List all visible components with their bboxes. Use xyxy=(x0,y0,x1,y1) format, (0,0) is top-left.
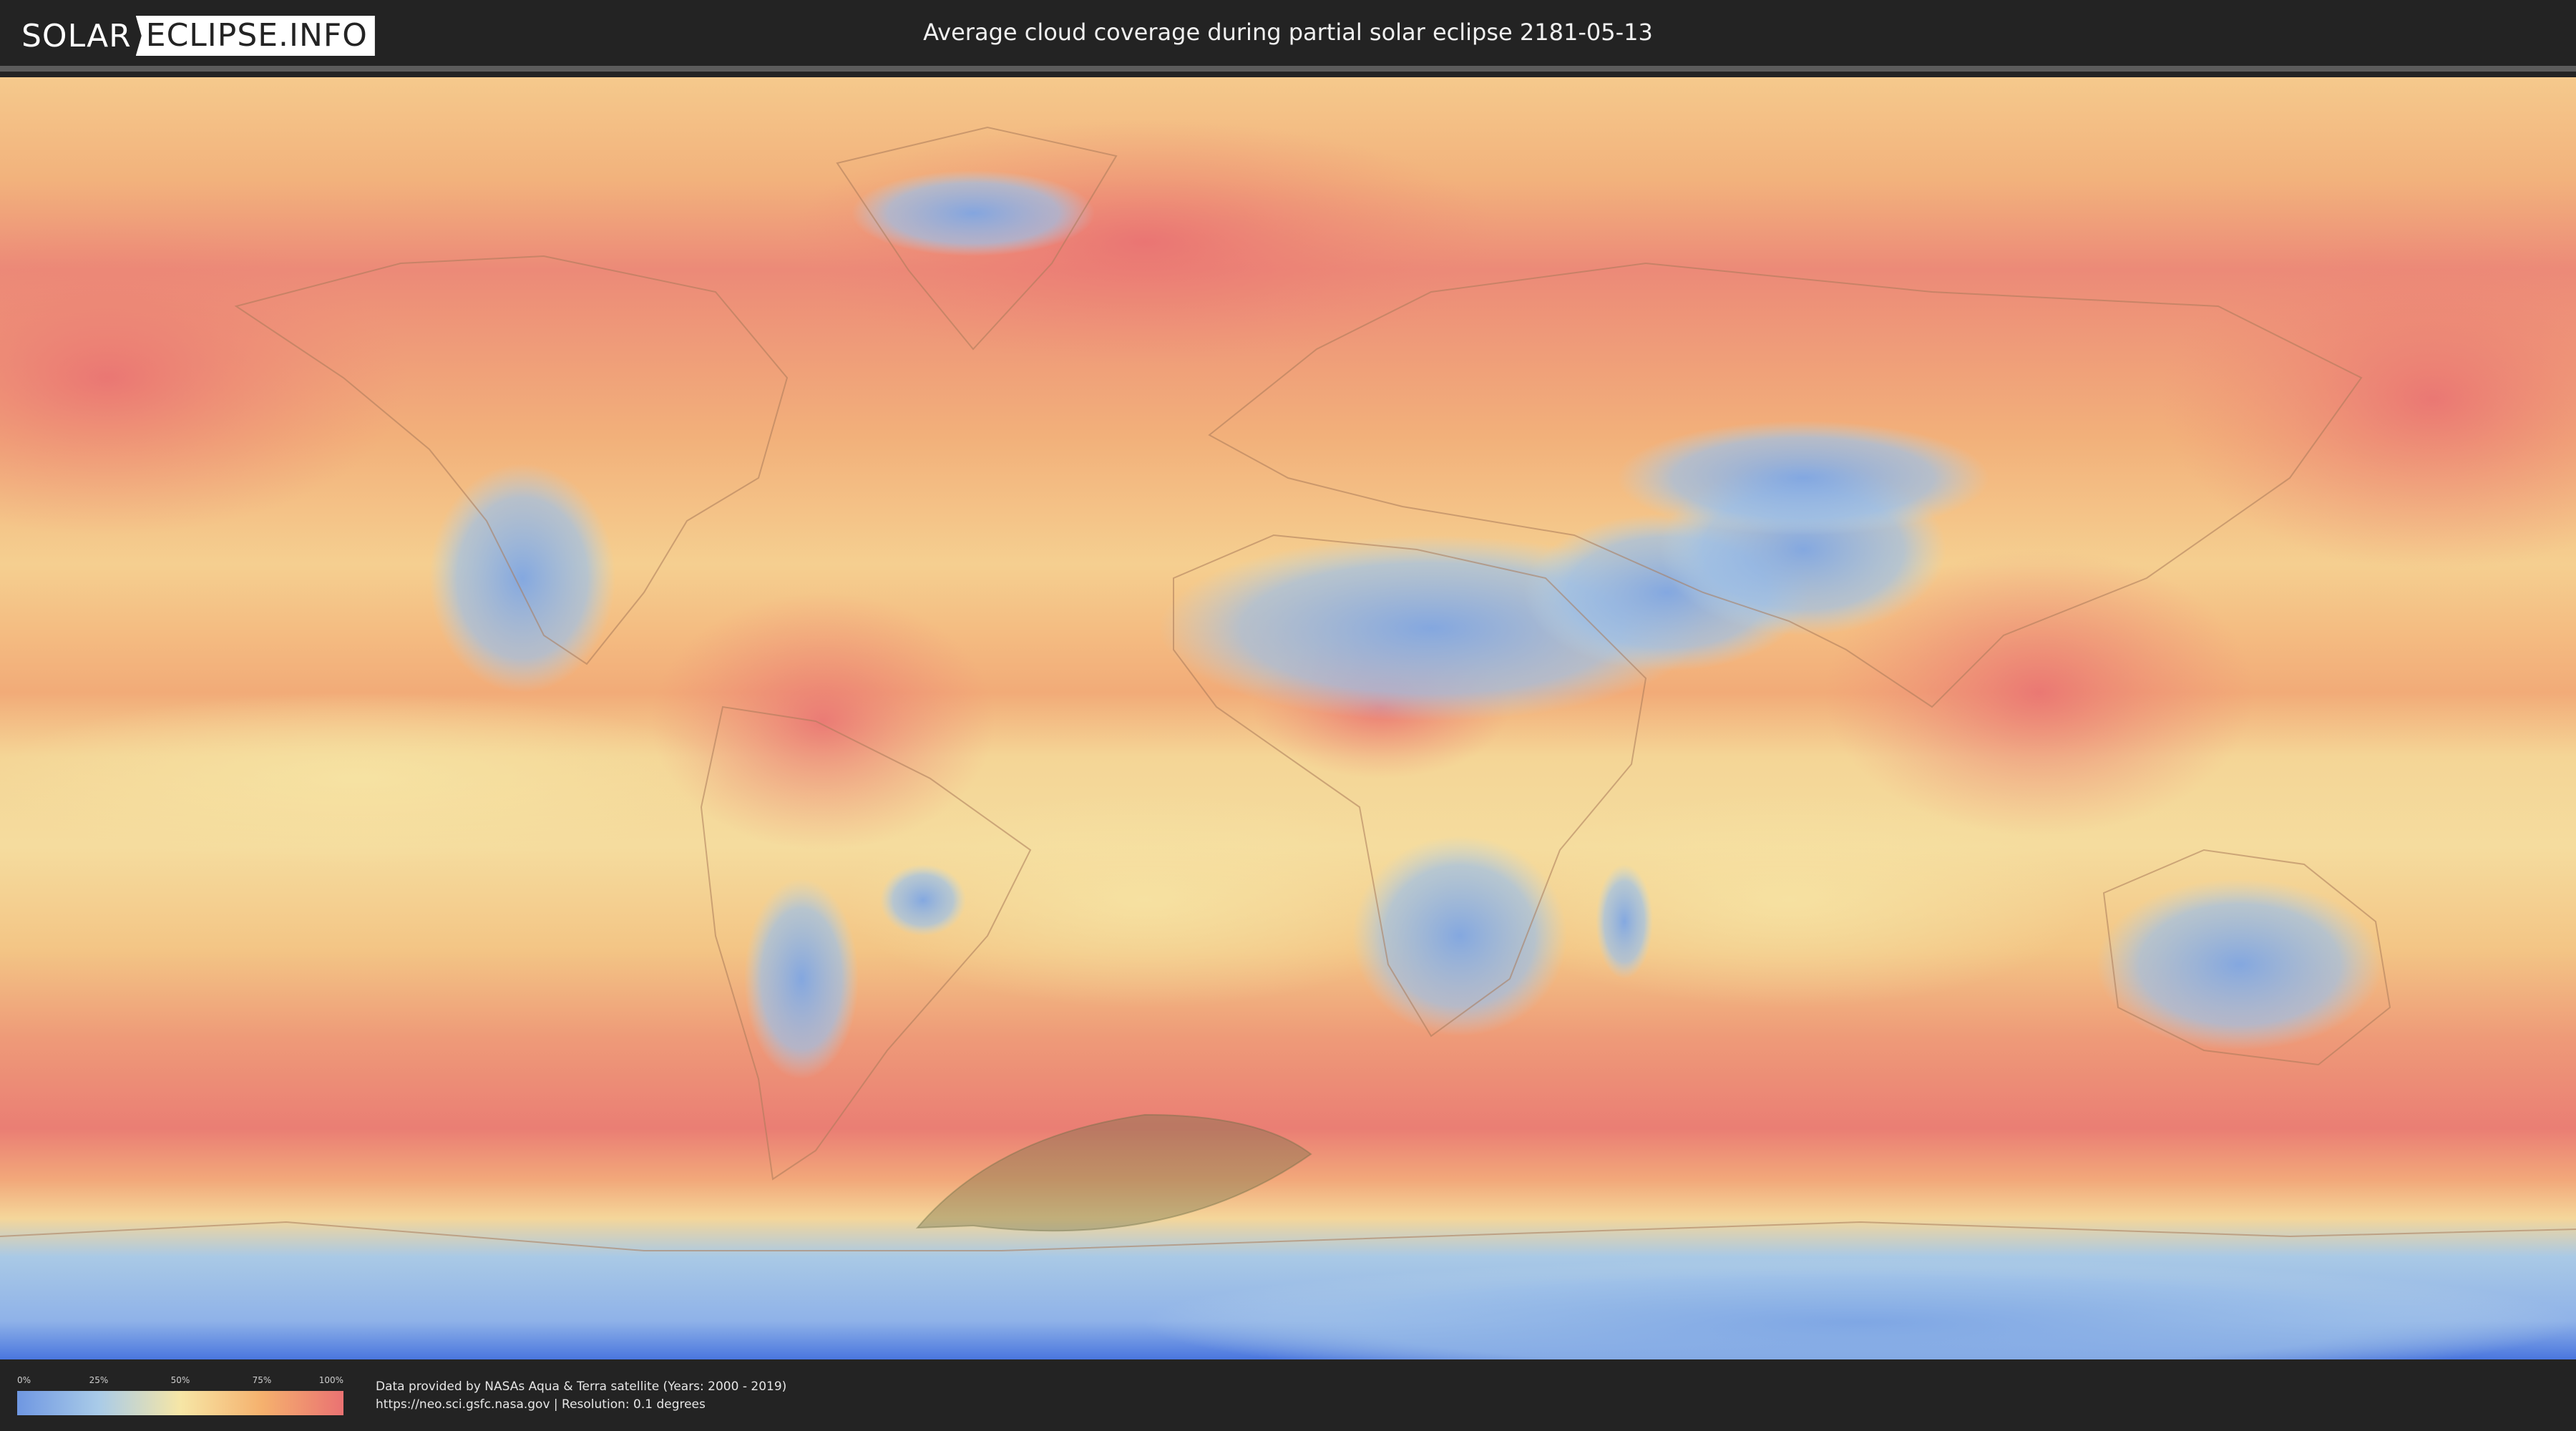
cloud-coverage-map[interactable] xyxy=(0,77,2576,1359)
greenland-clear xyxy=(852,170,1095,256)
central-asia-clear xyxy=(1617,421,1989,535)
footer-bar: 0% 25% 50% 75% 100% Data provided by NAS… xyxy=(0,1359,2576,1431)
southern-africa-clear xyxy=(1352,836,1567,1036)
legend-tick-0: 0% xyxy=(17,1375,31,1385)
legend-tick-50: 50% xyxy=(170,1375,190,1385)
east-pacific-pale-band xyxy=(0,693,730,864)
madagascar-clear xyxy=(1596,864,1653,979)
legend-ticks: 0% 25% 50% 75% 100% xyxy=(17,1375,343,1388)
credits-line-source: Data provided by NASAs Aqua & Terra sate… xyxy=(376,1379,787,1394)
coverage-legend: 0% 25% 50% 75% 100% xyxy=(17,1375,343,1415)
amazon-clouds xyxy=(651,592,995,850)
andes-clear xyxy=(744,879,859,1079)
indian-ocean-pale xyxy=(1488,793,2089,1007)
legend-tick-75: 75% xyxy=(252,1375,272,1385)
brazil-clear xyxy=(880,864,966,936)
australia-clear xyxy=(2097,879,2383,1050)
page-title: Average cloud coverage during partial so… xyxy=(923,19,1653,46)
credits-line-url: https://neo.sci.gsfc.nasa.gov | Resoluti… xyxy=(376,1397,706,1412)
data-credits: Data provided by NASAs Aqua & Terra sate… xyxy=(376,1378,786,1414)
header-bar: SOLAR ECLIPSE.INFO Average cloud coverag… xyxy=(0,0,2576,72)
legend-tick-100: 100% xyxy=(318,1375,343,1385)
mexico-southwest-clear xyxy=(429,464,615,693)
legend-color-bar xyxy=(17,1391,343,1415)
legend-tick-25: 25% xyxy=(89,1375,109,1385)
